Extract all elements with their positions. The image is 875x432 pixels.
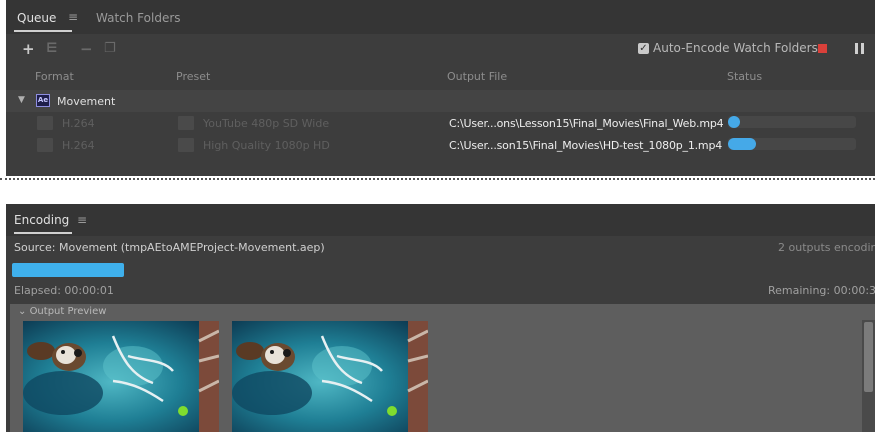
- item-preset[interactable]: YouTube 480p SD Wide: [203, 117, 329, 130]
- duplicate-icon[interactable]: ❐: [104, 41, 116, 56]
- encoding-source: Source: Movement (tmpAEtoAMEProject-Move…: [14, 241, 325, 254]
- queue-panel: Queue ≡ Watch Folders + ⋿ − ❐ ✓ Auto-Enc…: [6, 0, 875, 176]
- encoding-tab-bar: [6, 204, 875, 236]
- active-tab-indicator: [14, 232, 72, 234]
- auto-encode-checkbox[interactable]: ✓: [638, 43, 649, 54]
- tab-encoding[interactable]: Encoding: [14, 213, 69, 227]
- column-header-preset[interactable]: Preset: [176, 70, 210, 83]
- preview-thumbnail: [232, 321, 428, 432]
- item-progress-fill: [728, 138, 757, 150]
- encoding-panel: Encoding ≡ Source: Movement (tmpAEtoAMEP…: [6, 204, 875, 432]
- plus-icon[interactable]: +: [22, 40, 35, 58]
- preset-settings-icon[interactable]: ⋿: [46, 41, 58, 56]
- tab-queue[interactable]: Queue: [17, 11, 56, 25]
- hamburger-menu-icon[interactable]: ≡: [68, 10, 78, 24]
- minus-icon[interactable]: −: [80, 40, 93, 58]
- preset-dropdown-icon[interactable]: [178, 138, 194, 152]
- item-output-file[interactable]: C:\User...son15\Final_Movies\HD-test_108…: [449, 139, 722, 152]
- output-preview-text: Output Preview: [29, 306, 107, 317]
- column-header-format[interactable]: Format: [35, 70, 74, 83]
- item-progress-bar: [728, 116, 856, 128]
- item-format[interactable]: H.264: [62, 139, 95, 152]
- outputs-count: 2 outputs encoding: [778, 241, 875, 254]
- active-tab-indicator: [14, 30, 72, 32]
- group-name: Movement: [57, 95, 116, 108]
- preview-scrollbar-thumb[interactable]: [864, 322, 873, 392]
- preset-dropdown-icon[interactable]: [178, 116, 194, 130]
- column-header-output-file[interactable]: Output File: [447, 70, 507, 83]
- tab-watch-folders[interactable]: Watch Folders: [96, 11, 181, 25]
- chevron-down-icon[interactable]: ▼: [18, 95, 25, 105]
- item-progress-bar: [728, 138, 856, 150]
- output-preview-label[interactable]: ⌄ Output Preview: [18, 306, 106, 317]
- after-effects-icon: Ae: [36, 94, 50, 107]
- column-header-status[interactable]: Status: [727, 70, 762, 83]
- format-dropdown-icon[interactable]: [37, 116, 53, 130]
- queue-group-row[interactable]: [6, 90, 875, 112]
- auto-encode-label: Auto-Encode Watch Folders: [653, 41, 818, 55]
- remaining-time: Remaining: 00:00:31: [768, 284, 875, 297]
- panel-divider: [0, 178, 875, 180]
- pause-button[interactable]: [855, 43, 865, 54]
- elapsed-time: Elapsed: 00:00:01: [14, 284, 114, 297]
- item-preset[interactable]: High Quality 1080p HD: [203, 139, 330, 152]
- hamburger-menu-icon[interactable]: ≡: [77, 213, 87, 227]
- encoding-progress-bar: [12, 263, 124, 277]
- item-progress-fill: [728, 116, 740, 128]
- item-format[interactable]: H.264: [62, 117, 95, 130]
- item-output-file[interactable]: C:\User...ons\Lesson15\Final_Movies\Fina…: [449, 117, 724, 130]
- preview-thumbnail: [23, 321, 219, 432]
- stop-button[interactable]: [818, 44, 827, 53]
- format-dropdown-icon[interactable]: [37, 138, 53, 152]
